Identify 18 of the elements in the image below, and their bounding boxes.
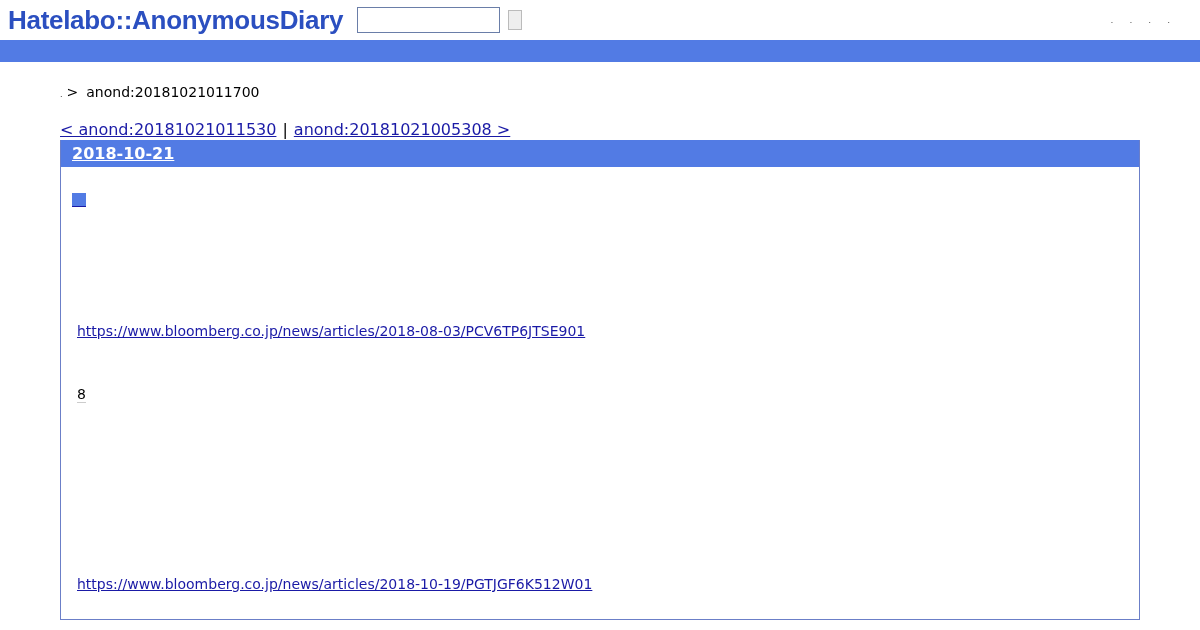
previous-entry-link[interactable]: < anond:20181021011530 (60, 120, 277, 139)
entry-date-link[interactable]: 2018-10-21 (72, 144, 175, 163)
search-field[interactable] (357, 7, 501, 33)
search-button[interactable] (508, 10, 523, 30)
nav-link[interactable]: . (1129, 15, 1133, 25)
pager-divider: | (282, 120, 288, 139)
breadcrumb-separator: > (66, 84, 79, 100)
site-logo[interactable]: Hatelabo::AnonymousDiary (8, 4, 344, 36)
nav-link[interactable]: . (1148, 15, 1152, 25)
home-link[interactable]: . (60, 90, 63, 99)
breadcrumb-current: anond:20181021011700 (86, 84, 260, 100)
nav-link[interactable]: . (1167, 15, 1170, 25)
article-link[interactable]: https://www.bloomberg.co.jp/news/articles/2018-08-03/PCV6TP6JTSE901 (77, 323, 586, 339)
section-anchor-link[interactable] (72, 193, 86, 207)
next-entry-link[interactable]: anond:20181021005308 > (293, 120, 511, 139)
article-link[interactable]: https://www.bloomberg.co.jp/news/articles/2018-10-19/PGTJGF6K512W01 (77, 576, 593, 592)
footnote-mark: 8 (77, 386, 86, 403)
nav-link[interactable]: . (1110, 15, 1114, 25)
